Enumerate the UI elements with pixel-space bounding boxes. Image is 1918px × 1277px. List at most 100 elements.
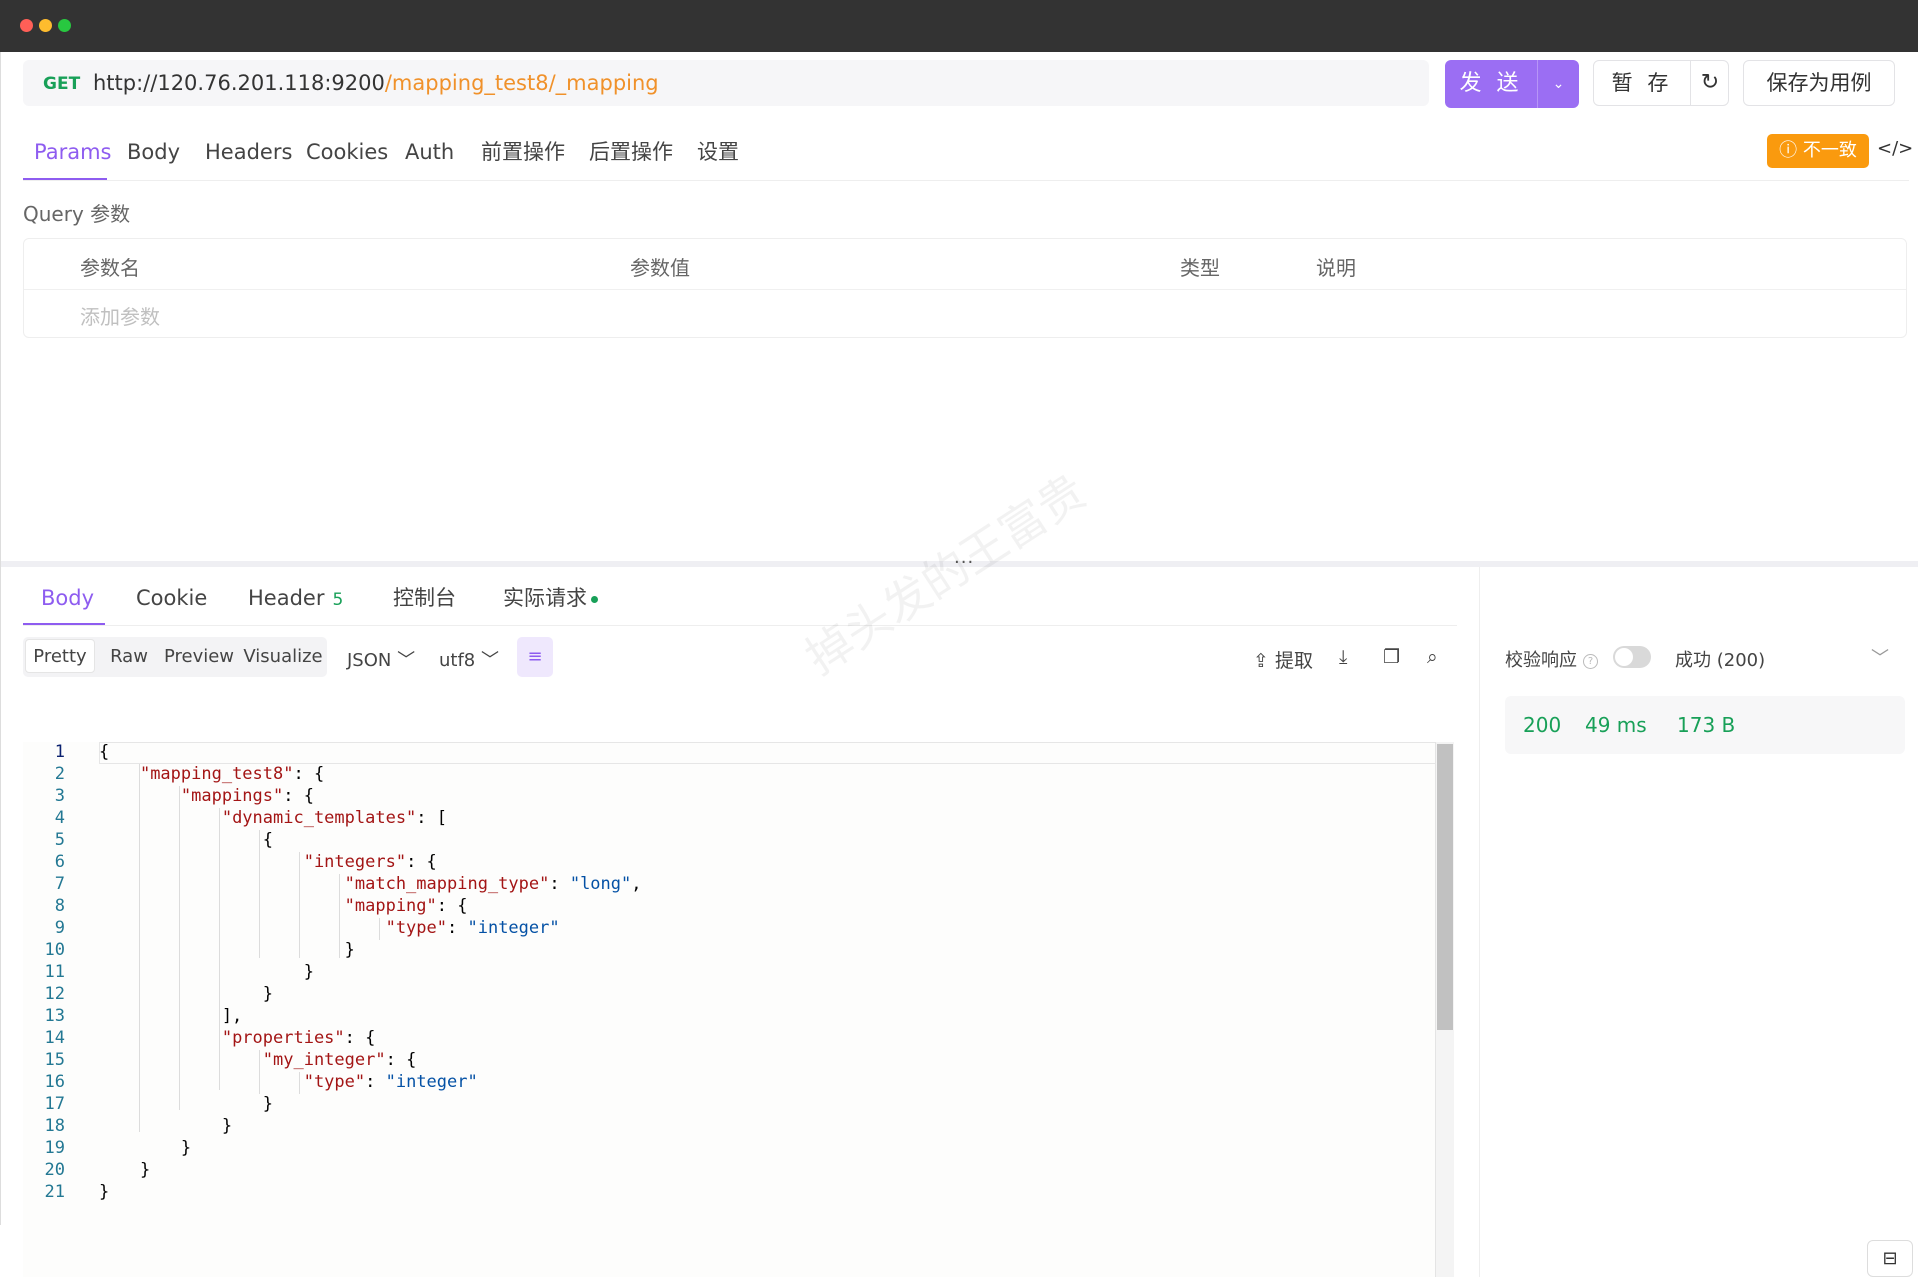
copy-icon[interactable]: ❐ [1383,646,1400,668]
chevron-down-icon[interactable]: ⌄ [1538,60,1579,108]
chevron-down-icon: ﹀ [397,650,416,671]
line-number: 17 [44,1094,65,1114]
query-params-title: Query 参数 [23,202,131,226]
status-select[interactable]: 成功 (200) [1675,646,1765,672]
verify-toggle[interactable] [1613,646,1651,668]
code-line: } [99,1116,233,1136]
current-line-highlight [99,742,1439,764]
response-editor[interactable]: 1 {2 "mapping_test8": {3 "mappings": {4 "… [23,742,1454,1277]
resp-tab-console[interactable]: 控制台 [393,568,456,628]
add-param-input[interactable]: 添加参数 [80,301,160,330]
refresh-icon[interactable]: ↻ [1691,61,1729,105]
status-dot-icon [591,595,598,603]
format-value: JSON [347,650,392,671]
word-wrap-icon[interactable]: ≡ [517,637,553,677]
search-icon[interactable]: ⌕ [1427,646,1438,668]
line-number: 20 [44,1160,65,1180]
code-line: "integers": { [303,852,437,872]
response-size: 173 B [1677,713,1736,737]
col-param-desc: 说明 [1316,256,1356,280]
status-code: 200 [1523,713,1562,737]
resp-tab-header[interactable]: Header 5 [248,568,343,628]
code-line: "type": "integer" [303,1072,478,1092]
save-temp-button[interactable]: 暂 存 [1594,61,1690,105]
tab-settings[interactable]: 设置 [697,122,739,182]
code-line: } [99,984,273,1004]
code-line: } [99,1138,192,1158]
verify-label: 校验响应 [1505,650,1577,671]
url-host: http://120.76.201.118:9200 [93,71,385,95]
code-icon[interactable]: </> [1877,138,1913,159]
line-number: 2 [54,764,65,784]
url-path: /mapping_test8/_mapping [384,71,659,95]
url-bar[interactable]: GET http://120.76.201.118:9200/mapping_t… [23,60,1429,106]
minimize-window-button[interactable] [39,19,52,32]
download-icon[interactable]: ⤓ [1339,646,1347,668]
editor-scrollbar[interactable] [1435,742,1454,1277]
line-number: 1 [54,742,65,762]
extract-button[interactable]: ⇪ 提取 [1253,646,1313,673]
maximize-window-button[interactable] [58,19,71,32]
encoding-value: utf8 [439,650,476,671]
close-window-button[interactable] [20,19,33,32]
view-raw[interactable]: Raw [101,637,157,677]
view-visualize[interactable]: Visualize [241,637,325,677]
chevron-down-icon[interactable]: ﹀ [1871,644,1889,670]
resp-tabs-divider [23,625,1457,626]
layout-icon[interactable]: ⊟ [1867,1240,1913,1277]
watermark: 掉头发的王富贵 [795,464,1096,685]
line-number: 8 [54,896,65,916]
tabs-divider [23,180,1909,181]
line-number: 9 [54,918,65,938]
line-number: 18 [44,1116,65,1136]
header-count-badge: 5 [332,590,344,610]
tab-auth[interactable]: Auth [405,122,454,182]
http-method[interactable]: GET [43,74,80,94]
view-preview[interactable]: Preview [159,637,239,677]
code-line: } [99,1160,151,1180]
resp-tab-cookie[interactable]: Cookie [136,568,207,628]
help-icon[interactable]: ? [1583,653,1598,669]
inconsistent-badge[interactable]: ⓘ 不一致 [1767,134,1869,168]
resp-tab-body[interactable]: Body [41,568,94,628]
tab-body[interactable]: Body [127,122,180,182]
code-line: { [99,742,110,762]
editor-scrollbar-thumb[interactable] [1437,744,1453,1030]
inconsistent-label: 不一致 [1802,140,1857,161]
splitter-handle[interactable]: ··· [954,552,974,573]
line-number: 19 [44,1138,65,1158]
extract-icon: ⇪ [1253,650,1269,672]
encoding-select[interactable]: utf8 ﹀ [439,646,499,672]
code-line: { [99,830,273,850]
query-params-table: 参数名 参数值 类型 说明 添加参数 [23,238,1907,338]
code-line: "mapping_test8": { [139,764,325,784]
tab-headers[interactable]: Headers [205,122,292,182]
response-time: 49 ms [1585,713,1647,737]
col-param-name: 参数名 [80,256,140,280]
view-mode-switch: Pretty Raw Preview Visualize [23,637,327,677]
code-line: } [99,940,355,960]
send-label: 发 送 [1459,71,1523,96]
toggle-knob [1615,648,1633,666]
col-param-type: 类型 [1180,256,1220,280]
tab-post-ops[interactable]: 后置操作 [589,122,673,182]
code-line: "mapping": { [344,896,468,916]
tab-cookies[interactable]: Cookies [306,122,388,182]
save-as-case-button[interactable]: 保存为用例 [1743,60,1895,106]
resp-tab-actual-request[interactable]: 实际请求 [503,568,598,628]
code-line: "properties": { [221,1028,376,1048]
code-line: } [99,1094,273,1114]
query-params-header: 参数名 参数值 类型 说明 [24,239,1906,290]
chevron-down-icon: ﹀ [481,650,499,671]
url-input[interactable]: http://120.76.201.118:9200/mapping_test8… [93,71,659,95]
send-button[interactable]: 发 送 ⌄ [1445,60,1579,108]
code-line: } [99,962,314,982]
line-number: 7 [54,874,65,894]
line-number: 6 [54,852,65,872]
line-number: 4 [54,808,65,828]
view-pretty[interactable]: Pretty [25,639,95,673]
tab-params[interactable]: Params [34,122,112,182]
format-select[interactable]: JSON ﹀ [347,646,415,672]
code-line: ], [99,1006,243,1026]
tab-pre-ops[interactable]: 前置操作 [481,122,565,182]
